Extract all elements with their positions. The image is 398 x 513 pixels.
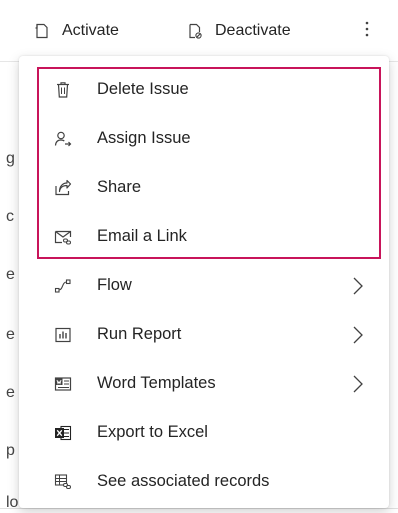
menu-item-flow[interactable]: Flow — [19, 261, 389, 310]
activate-button[interactable]: Activate — [32, 14, 119, 48]
associated-records-icon — [52, 471, 74, 493]
document-deactivate-icon — [185, 20, 205, 42]
deactivate-label: Deactivate — [215, 22, 291, 39]
menu-item-run-report[interactable]: Run Report — [19, 310, 389, 359]
menu-item-label: Run Report — [97, 325, 182, 343]
document-activate-icon — [32, 20, 52, 42]
menu-item-label: Word Templates — [97, 374, 216, 392]
chevron-right-icon — [347, 324, 369, 346]
more-commands-button[interactable] — [355, 14, 379, 48]
flow-icon — [52, 275, 74, 297]
command-bar: Activate Deactivate — [0, 0, 398, 62]
background-page: g c e e e p lo — [0, 62, 18, 513]
deactivate-button[interactable]: Deactivate — [185, 14, 291, 48]
menu-item-label: See associated records — [97, 472, 270, 490]
menu-item-delete-issue[interactable]: Delete Issue — [19, 65, 389, 114]
menu-item-email-a-link[interactable]: Email a Link — [19, 212, 389, 261]
menu-item-label: Export to Excel — [97, 423, 208, 441]
menu-item-export-to-excel[interactable]: Export to Excel — [19, 408, 389, 457]
background-text: c — [6, 208, 14, 225]
menu-item-see-associated-records[interactable]: See associated records — [19, 457, 389, 506]
background-text: lo — [6, 494, 18, 511]
trash-icon — [52, 79, 74, 101]
chevron-right-icon — [347, 275, 369, 297]
background-text: g — [6, 150, 15, 167]
menu-item-label: Delete Issue — [97, 80, 189, 98]
menu-item-label: Flow — [97, 276, 132, 294]
activate-label: Activate — [62, 22, 119, 39]
background-text: p — [6, 442, 15, 459]
menu-item-share[interactable]: Share — [19, 163, 389, 212]
background-text: e — [6, 384, 15, 401]
more-vertical-icon — [365, 20, 369, 43]
menu-item-label: Share — [97, 178, 142, 196]
background-text: e — [6, 326, 15, 343]
menu-item-word-templates[interactable]: Word Templates — [19, 359, 389, 408]
menu-item-label: Assign Issue — [97, 129, 191, 147]
report-icon — [52, 324, 74, 346]
divider — [0, 508, 398, 509]
menu-item-assign-issue[interactable]: Assign Issue — [19, 114, 389, 163]
word-template-icon — [52, 373, 74, 395]
excel-icon — [52, 422, 74, 444]
chevron-right-icon — [347, 373, 369, 395]
assign-user-icon — [52, 128, 74, 150]
menu-item-label: Email a Link — [97, 227, 187, 245]
email-link-icon — [52, 226, 74, 248]
share-icon — [52, 177, 74, 199]
background-text: e — [6, 266, 15, 283]
